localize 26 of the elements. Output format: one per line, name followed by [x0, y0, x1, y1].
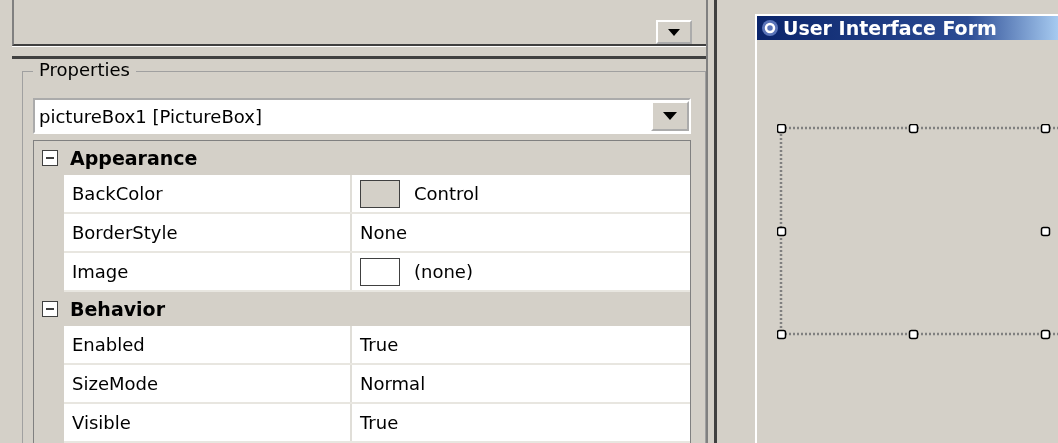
splitter[interactable]	[12, 46, 706, 59]
property-name[interactable]: BorderStyle	[64, 214, 352, 251]
property-name[interactable]: BackColor	[64, 175, 352, 212]
property-value[interactable]: (none)	[414, 261, 473, 282]
dropdown-button[interactable]	[651, 101, 689, 131]
collapse-icon[interactable]	[42, 301, 58, 317]
collapse-icon[interactable]	[42, 150, 58, 166]
selected-object: pictureBox1 [PictureBox]	[39, 105, 262, 127]
property-value[interactable]: Control	[414, 183, 480, 204]
object-selector-dropdown[interactable]: pictureBox1 [PictureBox]	[33, 98, 691, 134]
app-icon	[761, 19, 779, 37]
property-value[interactable]: Normal	[360, 373, 426, 394]
property-value[interactable]: True	[360, 334, 399, 355]
property-name[interactable]: SizeMode	[64, 365, 352, 402]
category-label: Appearance	[70, 147, 198, 169]
down-arrow-icon	[668, 28, 680, 36]
property-name[interactable]: Image	[64, 253, 352, 290]
group-title: Properties	[33, 59, 136, 80]
property-value[interactable]: None	[360, 222, 407, 243]
property-name[interactable]: Enabled	[64, 326, 352, 363]
property-name[interactable]: Visible	[64, 404, 352, 441]
scroll-down-button[interactable]	[656, 20, 692, 44]
category-label: Behavior	[70, 298, 166, 320]
property-value[interactable]: True	[360, 412, 399, 433]
form-title: User Interface Form	[783, 17, 997, 39]
down-arrow-icon	[663, 112, 677, 120]
